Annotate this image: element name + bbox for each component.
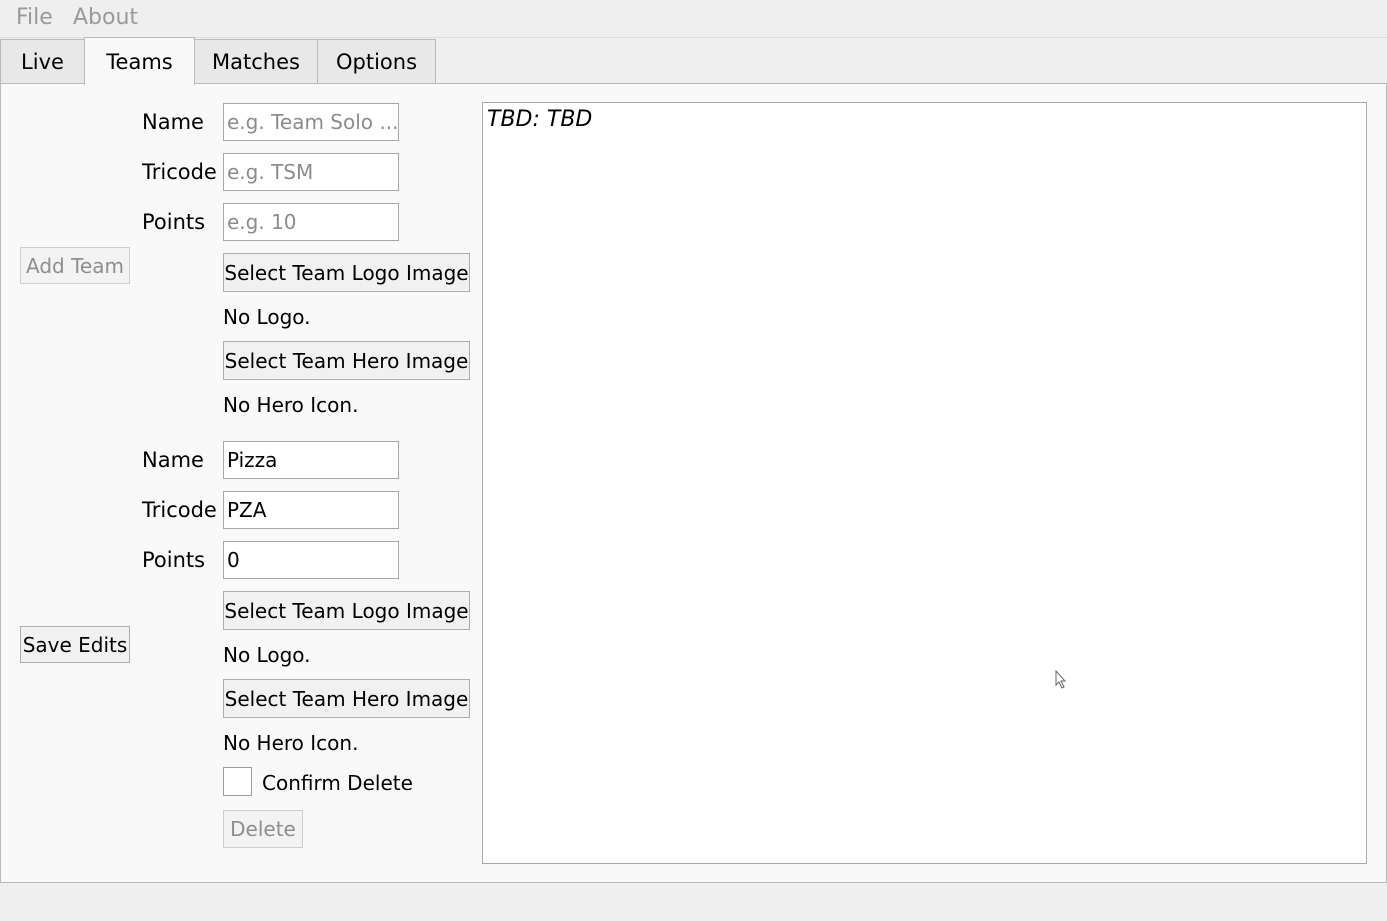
edit-team-logo-button[interactable]: Select Team Logo Image	[223, 591, 470, 630]
edit-team-name-input[interactable]	[223, 441, 399, 479]
edit-team-name-label: Name	[142, 448, 204, 472]
edit-team-points-label: Points	[142, 548, 206, 572]
new-team-name-label: Name	[142, 110, 204, 134]
tab-matches[interactable]: Matches	[194, 39, 318, 83]
edit-team-hero-button[interactable]: Select Team Hero Image	[223, 679, 470, 718]
new-team-logo-status: No Logo.	[223, 305, 311, 329]
menu-bar	[0, 0, 1387, 38]
new-team-name-input[interactable]	[223, 103, 399, 141]
menu-file[interactable]: File	[16, 5, 53, 30]
new-team-tricode-label: Tricode	[142, 160, 217, 184]
new-team-tricode-input[interactable]	[223, 153, 399, 191]
team-preview-area: TBD: TBD	[482, 102, 1367, 864]
new-team-logo-button[interactable]: Select Team Logo Image	[223, 253, 470, 292]
edit-team-points-input[interactable]	[223, 541, 399, 579]
tab-options[interactable]: Options	[317, 39, 436, 83]
preview-text: TBD: TBD	[487, 107, 593, 132]
new-team-hero-button[interactable]: Select Team Hero Image	[223, 341, 470, 380]
new-team-hero-status: No Hero Icon.	[223, 393, 359, 417]
save-edits-button[interactable]: Save Edits	[20, 626, 130, 663]
edit-team-hero-status: No Hero Icon.	[223, 731, 359, 755]
edit-team-tricode-label: Tricode	[142, 498, 217, 522]
edit-team-tricode-input[interactable]	[223, 491, 399, 529]
confirm-delete-checkbox[interactable]	[223, 767, 252, 796]
tab-live[interactable]: Live	[0, 39, 85, 83]
confirm-delete-label: Confirm Delete	[262, 771, 413, 795]
new-team-points-input[interactable]	[223, 203, 399, 241]
add-team-button[interactable]: Add Team	[20, 247, 130, 284]
new-team-points-label: Points	[142, 210, 206, 234]
edit-team-logo-status: No Logo.	[223, 643, 311, 667]
tab-teams[interactable]: Teams	[84, 37, 195, 85]
menu-about[interactable]: About	[73, 5, 138, 30]
mouse-cursor-icon	[1055, 670, 1067, 689]
delete-button[interactable]: Delete	[223, 810, 303, 848]
